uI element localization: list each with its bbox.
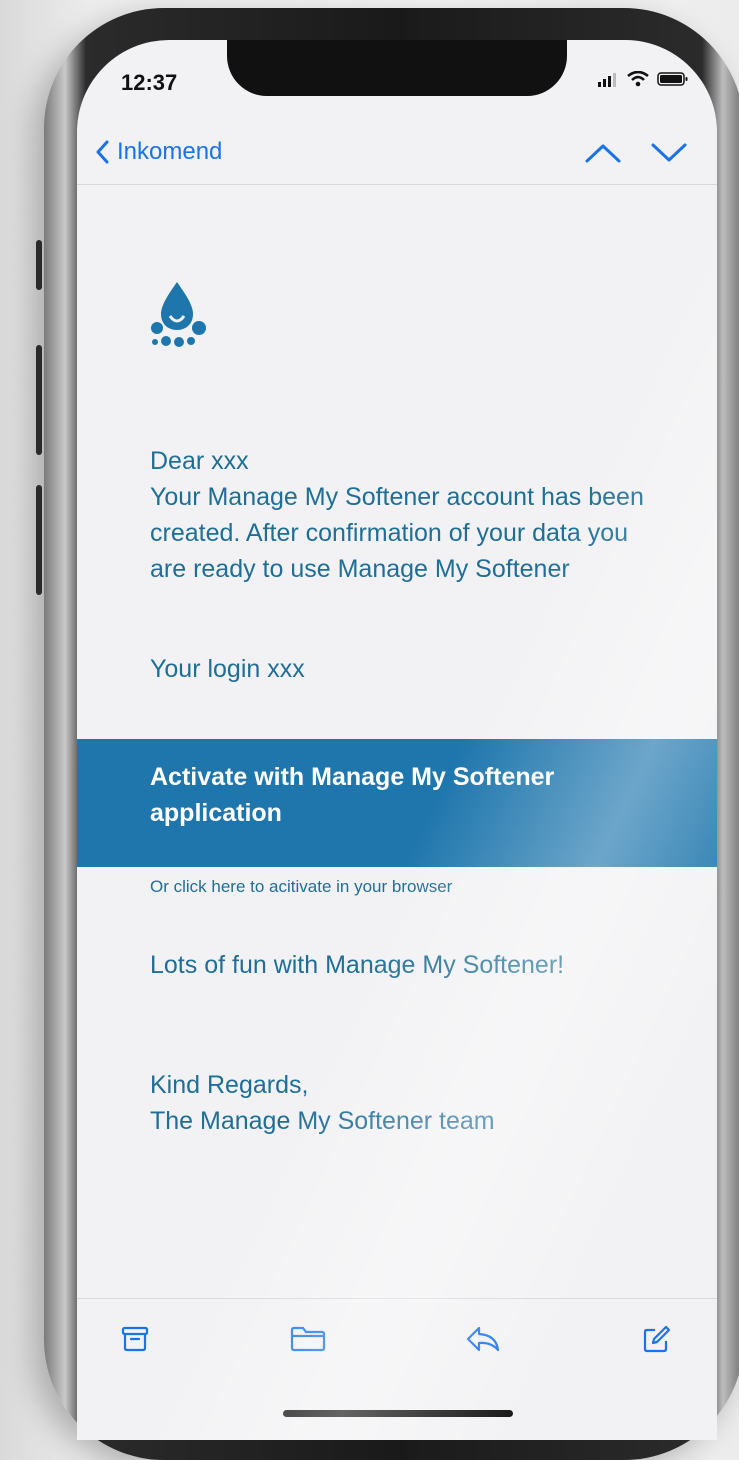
status-icons bbox=[597, 71, 689, 87]
wifi-icon bbox=[627, 71, 649, 87]
greeting: Dear xxx bbox=[150, 447, 249, 475]
volume-down-button bbox=[36, 485, 42, 595]
water-drop-logo-icon bbox=[151, 282, 206, 347]
reply-icon[interactable] bbox=[465, 1325, 501, 1353]
notch bbox=[227, 40, 567, 96]
signal-icon bbox=[598, 73, 616, 87]
regards-line: Kind Regards, bbox=[150, 1071, 309, 1099]
message-nav-arrows bbox=[585, 142, 687, 164]
volume-up-button bbox=[36, 345, 42, 455]
signature-line: The Manage My Softener team bbox=[150, 1107, 495, 1135]
activate-app-button[interactable]: Activate with Manage My Softener applica… bbox=[77, 739, 717, 867]
previous-message-button[interactable] bbox=[585, 142, 621, 164]
back-label: Inkomend bbox=[117, 138, 223, 165]
compose-icon[interactable] bbox=[641, 1325, 671, 1355]
phone-screen: 12:37 Inkomend Dear xxx Your Manage My S… bbox=[77, 40, 717, 1440]
home-indicator bbox=[283, 1410, 513, 1417]
mail-toolbar bbox=[77, 1298, 717, 1379]
back-button[interactable]: Inkomend bbox=[95, 138, 222, 166]
email-body: Dear xxx Your Manage My Softener account… bbox=[77, 185, 717, 1345]
next-message-button[interactable] bbox=[651, 142, 687, 164]
archive-icon[interactable] bbox=[121, 1325, 149, 1353]
mute-switch bbox=[36, 240, 42, 290]
mail-nav-bar: Inkomend bbox=[77, 128, 717, 185]
signature-block: Kind Regards, The Manage My Softener tea… bbox=[150, 1067, 650, 1139]
email-message: Dear xxx Your Manage My Softener account… bbox=[150, 443, 670, 587]
activate-in-browser-link[interactable]: Or click here to acitivate in your brows… bbox=[150, 877, 452, 897]
message-body: Your Manage My Softener account has been… bbox=[150, 483, 644, 583]
login-line: Your login xxx bbox=[150, 655, 305, 683]
status-time: 12:37 bbox=[121, 70, 178, 95]
battery-icon bbox=[657, 72, 688, 86]
activate-app-label: Activate with Manage My Softener applica… bbox=[150, 763, 555, 827]
folder-icon[interactable] bbox=[289, 1325, 327, 1353]
fun-line: Lots of fun with Manage My Softener! bbox=[150, 951, 565, 979]
chevron-left-icon bbox=[96, 140, 109, 164]
